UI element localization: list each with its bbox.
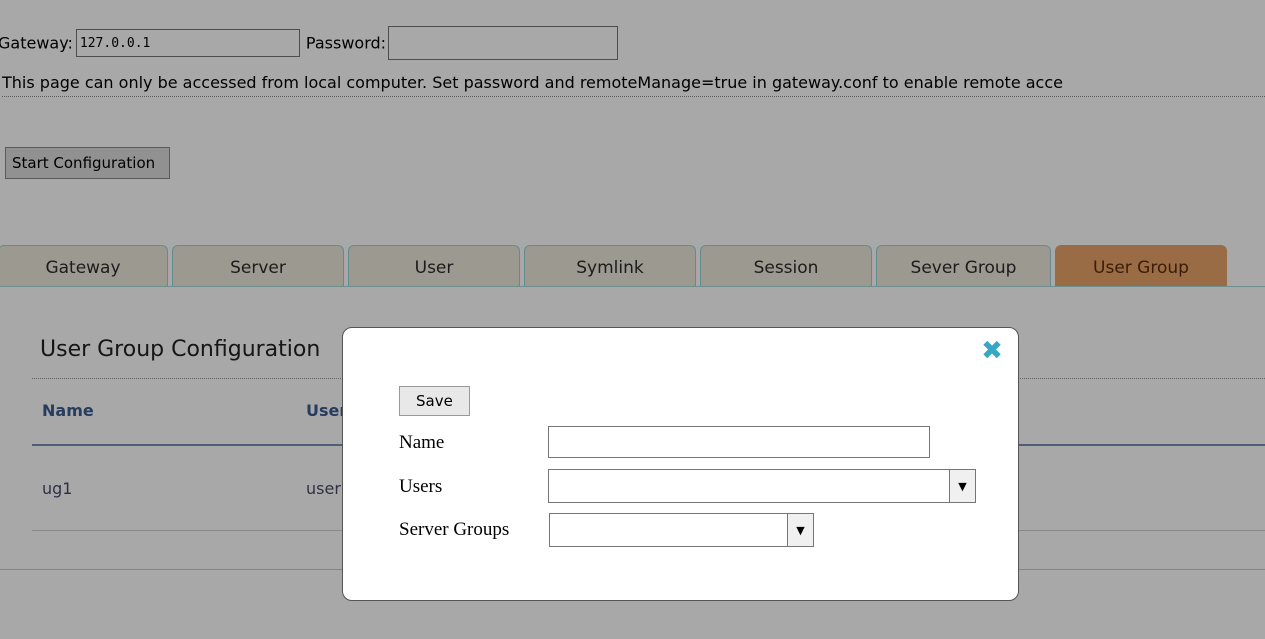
save-button[interactable]: Save bbox=[399, 386, 470, 416]
name-label: Name bbox=[399, 432, 445, 453]
user-group-dialog: ✖ Save Name Users ▼ Server Groups ▼ bbox=[342, 327, 1019, 601]
chevron-down-icon[interactable]: ▼ bbox=[787, 514, 813, 546]
name-field[interactable] bbox=[548, 426, 930, 458]
users-select[interactable]: ▼ bbox=[548, 469, 976, 503]
server-groups-select[interactable]: ▼ bbox=[549, 513, 814, 547]
gateway-admin-page: Gateway:Password: This page can only be … bbox=[0, 0, 1265, 639]
close-icon[interactable]: ✖ bbox=[979, 338, 1005, 364]
users-label: Users bbox=[399, 476, 443, 497]
chevron-down-icon[interactable]: ▼ bbox=[949, 470, 975, 502]
server-groups-label: Server Groups bbox=[399, 519, 510, 540]
